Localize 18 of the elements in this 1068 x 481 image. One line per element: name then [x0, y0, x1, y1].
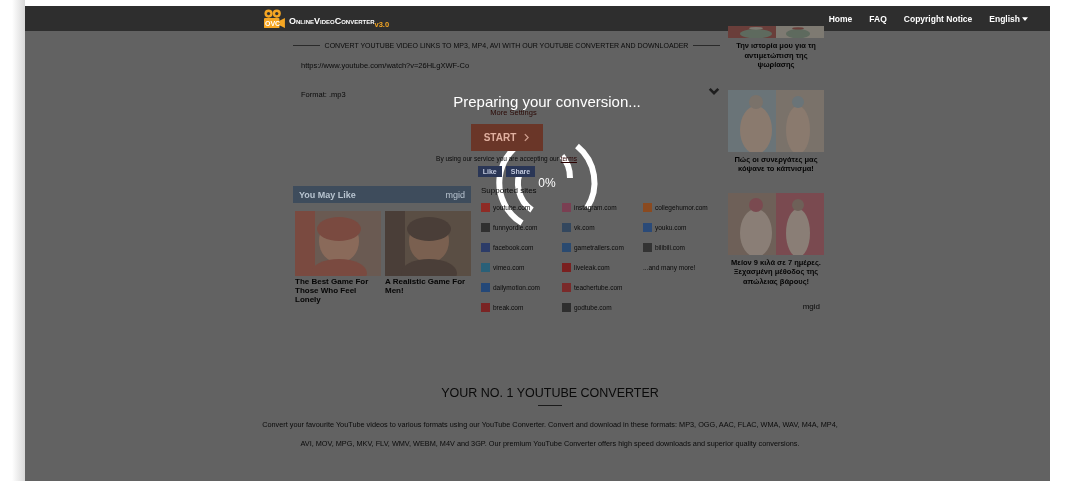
brand-logo[interactable]: mgid: [445, 189, 465, 200]
chevron-right-icon: [524, 133, 530, 142]
nav-link[interactable]: Copyright Notice: [903, 13, 973, 24]
brand-logo[interactable]: mgid: [802, 302, 820, 311]
ad-caption[interactable]: A Realistic Game For Men!: [385, 277, 471, 295]
progress-percentage: 0%: [538, 176, 556, 190]
site-logo-text[interactable]: OnlineVideoConverter: [289, 15, 375, 26]
nav-link[interactable]: Home: [828, 13, 853, 24]
caret-icon: [1022, 16, 1028, 21]
nav-link[interactable]: FAQ: [869, 13, 887, 24]
chevron-down-icon[interactable]: [708, 87, 720, 95]
start-button[interactable]: START: [470, 124, 543, 151]
widget-title: You May Like: [299, 189, 356, 200]
camera-logo-icon[interactable]: [263, 8, 285, 29]
ad-caption[interactable]: The Best Game For Those Who Feel Lonely: [295, 277, 381, 304]
language-dropdown[interactable]: English: [989, 13, 1028, 24]
loading-message: Preparing your conversion...: [453, 93, 641, 110]
section-heading: YOUR NO. 1 YOUTUBE CONVERTER: [441, 386, 659, 400]
